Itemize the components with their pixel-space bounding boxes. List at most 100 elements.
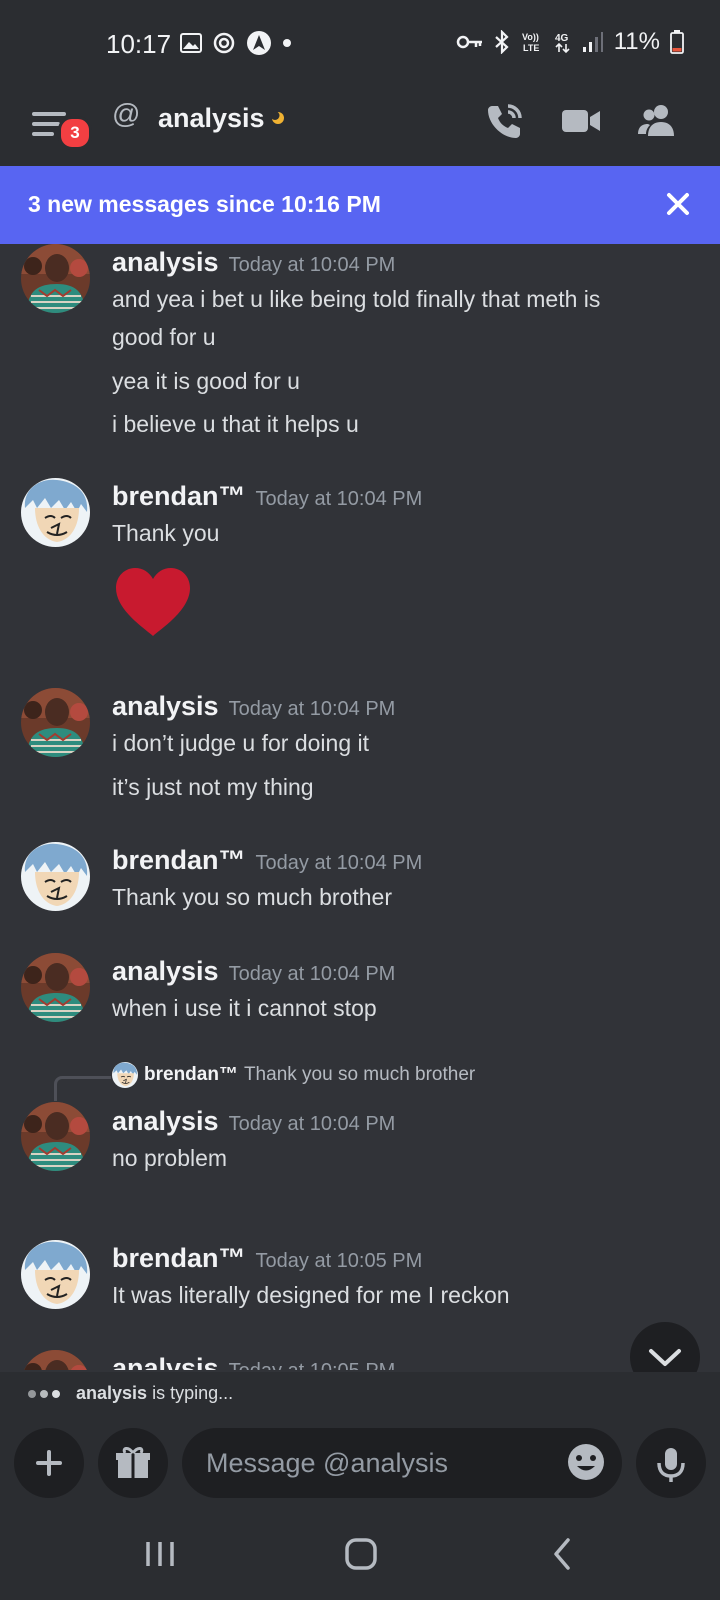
notification-dot-icon bbox=[283, 39, 291, 47]
author-name[interactable]: analysis bbox=[112, 1106, 219, 1136]
author-name[interactable]: analysis bbox=[112, 1353, 219, 1370]
heart-emoji-icon[interactable] bbox=[114, 566, 192, 638]
svg-text:LTE: LTE bbox=[523, 43, 539, 53]
microphone-icon bbox=[657, 1448, 685, 1482]
menu-button[interactable]: 3 bbox=[30, 102, 92, 152]
message-author[interactable]: analysis Today at 10:04 PM bbox=[112, 247, 395, 278]
author-name[interactable]: brendan™ bbox=[112, 845, 246, 875]
typing-indicator: analysis is typing... bbox=[0, 1372, 720, 1414]
author-name[interactable]: brendan™ bbox=[112, 1243, 246, 1273]
message-input[interactable] bbox=[182, 1428, 622, 1498]
status-time: 10:17 bbox=[106, 29, 172, 59]
message-timestamp: Today at 10:05 PM bbox=[229, 1360, 396, 1370]
svg-text:Vo)): Vo)) bbox=[522, 32, 539, 42]
author-name[interactable]: analysis bbox=[112, 691, 219, 721]
reply-author: brendan™ bbox=[144, 1064, 238, 1085]
4g-icon: 4G bbox=[555, 33, 570, 54]
call-icon bbox=[488, 104, 522, 138]
battery-percent: 11% bbox=[613, 28, 660, 55]
system-nav-bar bbox=[0, 1508, 720, 1600]
voice-message-button[interactable] bbox=[636, 1428, 706, 1498]
recent-apps-button[interactable] bbox=[130, 1530, 190, 1578]
nav-app-icon bbox=[247, 31, 271, 55]
message-timestamp: Today at 10:04 PM bbox=[228, 698, 396, 720]
reply-reference[interactable]: brendan™ Thank you so much brother bbox=[112, 1062, 475, 1088]
new-messages-banner[interactable]: 3 new messages since 10:16 PM bbox=[0, 166, 720, 244]
typing-text: analysis is typing... bbox=[76, 1383, 233, 1404]
new-messages-text: 3 new messages since 10:16 PM bbox=[28, 191, 381, 217]
back-button[interactable] bbox=[534, 1530, 594, 1578]
message-timestamp: Today at 10:04 PM bbox=[255, 852, 423, 874]
voice-call-button[interactable] bbox=[484, 100, 526, 142]
video-call-button[interactable] bbox=[560, 100, 602, 142]
avatar[interactable] bbox=[21, 688, 90, 757]
emoji-button[interactable] bbox=[566, 1442, 606, 1482]
message-author[interactable]: analysis Today at 10:04 PM bbox=[112, 691, 395, 722]
reply-connector bbox=[54, 1076, 111, 1101]
message-text: it’s just not my thing bbox=[112, 774, 314, 800]
home-button[interactable] bbox=[331, 1530, 391, 1578]
avatar[interactable] bbox=[21, 842, 90, 911]
channel-header: 3 @ analysis bbox=[0, 84, 720, 166]
message-timestamp: Today at 10:05 PM bbox=[255, 1250, 423, 1272]
unread-badge: 3 bbox=[58, 116, 92, 150]
bluetooth-icon bbox=[494, 30, 509, 54]
author-name[interactable]: brendan™ bbox=[112, 481, 246, 511]
author-name[interactable]: analysis bbox=[112, 956, 219, 986]
message-author[interactable]: brendan™ Today at 10:04 PM bbox=[112, 481, 422, 512]
status-bar: 10:17 Vo)) LTE 4G 11% bbox=[0, 0, 720, 84]
message-text: Thank you bbox=[112, 520, 220, 546]
typing-dots-icon bbox=[28, 1390, 60, 1398]
recent-apps-icon bbox=[146, 1542, 174, 1566]
typing-user: analysis bbox=[76, 1383, 148, 1403]
avatar[interactable] bbox=[21, 1350, 90, 1370]
reply-text: Thank you so much brother bbox=[243, 1064, 476, 1085]
avatar[interactable] bbox=[21, 953, 90, 1022]
avatar[interactable] bbox=[21, 1102, 90, 1171]
channel-title[interactable]: analysis bbox=[158, 103, 265, 134]
avatar bbox=[112, 1062, 138, 1088]
message-timestamp: Today at 10:04 PM bbox=[228, 963, 396, 985]
message-author[interactable]: brendan™ Today at 10:05 PM bbox=[112, 1243, 422, 1274]
message-text: when i use it i cannot stop bbox=[112, 995, 377, 1021]
gift-button[interactable] bbox=[98, 1428, 168, 1498]
typing-suffix: is typing... bbox=[147, 1383, 234, 1403]
smiley-icon bbox=[568, 1444, 604, 1480]
sync-icon bbox=[213, 32, 235, 54]
attach-button[interactable] bbox=[14, 1428, 84, 1498]
message-author[interactable]: analysis Today at 10:04 PM bbox=[112, 1106, 395, 1137]
message-text: good for u bbox=[112, 324, 216, 350]
plus-icon bbox=[36, 1450, 62, 1476]
message-list[interactable]: analysis Today at 10:04 PM and yea i bet … bbox=[0, 244, 720, 1370]
gallery-icon bbox=[180, 33, 202, 53]
message-text: no problem bbox=[112, 1145, 228, 1171]
author-name[interactable]: analysis bbox=[112, 247, 219, 277]
signal-icon bbox=[582, 32, 603, 52]
message-text: i don’t judge u for doing it bbox=[112, 730, 370, 756]
message-text: yea it is good for u bbox=[112, 368, 300, 394]
message-timestamp: Today at 10:04 PM bbox=[228, 1113, 396, 1135]
avatar[interactable] bbox=[21, 244, 90, 313]
message-author[interactable]: analysis Today at 10:05 PM bbox=[112, 1353, 395, 1370]
vpn-key-icon bbox=[456, 35, 482, 49]
at-icon: @ bbox=[112, 98, 141, 129]
message-text: and yea i bet u like being told finally … bbox=[112, 286, 601, 312]
volte-icon: Vo))LTE bbox=[522, 32, 539, 53]
message-text: Thank you so much brother bbox=[112, 884, 392, 910]
message-text: i believe u that it helps u bbox=[112, 411, 359, 437]
message-text: It was literally designed for me I recko… bbox=[112, 1282, 510, 1308]
avatar[interactable] bbox=[21, 478, 90, 547]
avatar[interactable] bbox=[21, 1240, 90, 1309]
message-timestamp: Today at 10:04 PM bbox=[255, 488, 423, 510]
home-icon bbox=[345, 1538, 377, 1570]
status-right-icons: Vo)) LTE 4G 11% bbox=[456, 28, 684, 56]
message-author[interactable]: brendan™ Today at 10:04 PM bbox=[112, 845, 422, 876]
message-author[interactable]: analysis Today at 10:04 PM bbox=[112, 956, 395, 987]
battery-icon bbox=[670, 30, 684, 54]
close-icon[interactable] bbox=[660, 186, 696, 222]
message-composer bbox=[0, 1414, 720, 1508]
idle-status-icon bbox=[271, 111, 284, 124]
members-button[interactable] bbox=[636, 100, 678, 142]
svg-text:4G: 4G bbox=[555, 33, 569, 44]
status-left-icons bbox=[180, 30, 292, 56]
